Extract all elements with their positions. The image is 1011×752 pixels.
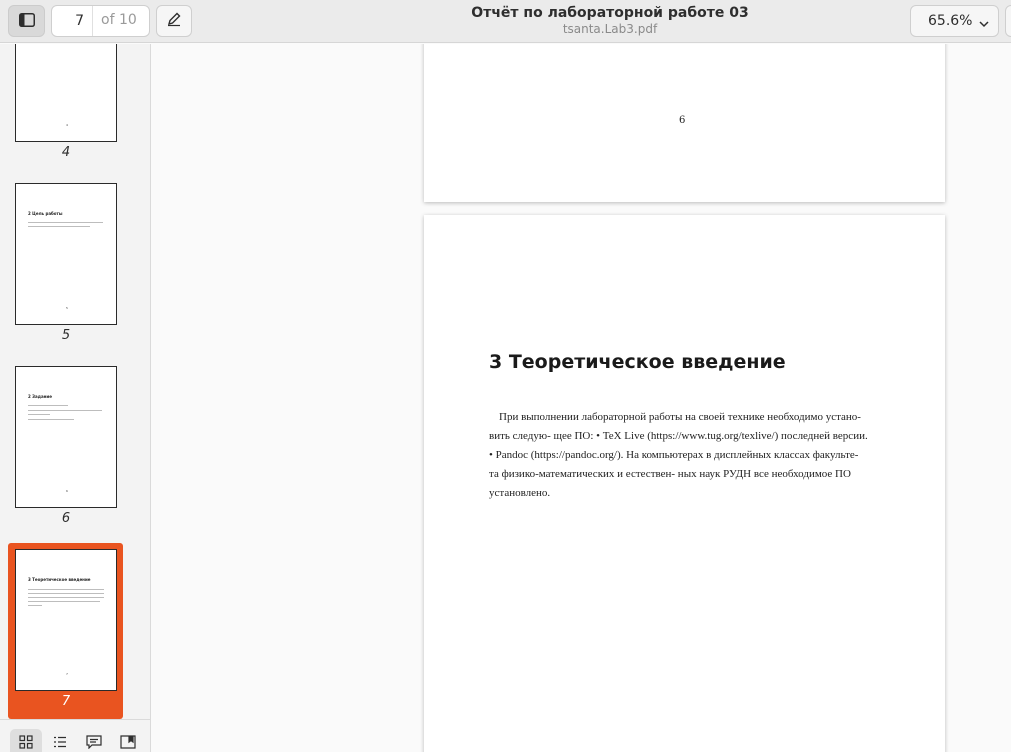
thumbnail-text-line [28,414,50,415]
zoom-level: 65.6% [928,13,973,29]
pdf-page-6: 6 [424,44,945,202]
thumbnail-text-line [28,405,68,406]
thumbnail-page-4[interactable]: 4 [15,44,117,142]
chevron-down-icon [978,15,990,34]
comment-icon [86,734,102,752]
thumbnail-heading: 3 Теоретическое введение [28,577,91,582]
document-view[interactable]: 6 3 Теоретическое введение При выполнени… [151,44,1011,752]
zoom-dropdown[interactable]: 65.6% [910,5,999,37]
page-number: 6 [679,115,686,126]
thumbnail-text-line [28,601,100,602]
list-icon [53,734,67,752]
header-bar: of 10 Отчёт по лабораторной работе 03 ts… [0,0,1011,43]
thumbnail-text-line [28,597,104,598]
thumbnail-text-line [28,589,104,590]
body-line: • Pandoc (https://pandoc.org/). На компь… [489,449,859,461]
grid-icon [19,734,33,752]
sidebar-footer [0,719,150,752]
body-line: При выполнении лабораторной работы на св… [499,411,861,423]
thumbnail-text-line [28,410,102,411]
document-filename: tsanta.Lab3.pdf [562,22,658,36]
thumbnails-view-button[interactable] [10,729,42,752]
document-title: Отчёт по лабораторной работе 03 [471,5,749,21]
pdf-page-7: 3 Теоретическое введение При выполнении … [424,215,945,752]
thumbnail-page-6[interactable]: 2 Задание 6 [15,366,117,508]
bookmark-icon [120,734,136,752]
thumbnail-page-number: 4 [66,123,68,127]
thumbnail-label: 4 [61,145,71,160]
thumbnail-page-number: 5 [66,306,68,310]
thumbnail-page-7[interactable]: 3 Теоретическое введение 7 [15,549,117,691]
outline-view-button[interactable] [44,729,76,752]
thumbnail-text-line [28,419,74,420]
title-block: Отчёт по лабораторной работе 03 tsanta.L… [0,4,1011,37]
body-line: установлено. [489,487,551,499]
section-heading: 3 Теоретическое введение [489,351,786,373]
bookmarks-view-button[interactable] [112,729,144,752]
body-line: вить следую- щее ПО: • TeX Live (https:/… [489,430,868,442]
section-body: При выполнении лабораторной работы на св… [489,408,883,503]
thumbnail-text-line [28,222,103,223]
thumbnail-heading: 2 Задание [28,394,52,399]
menu-button[interactable] [1005,5,1011,37]
thumbnail-heading: 2 Цель работы [28,211,63,216]
thumbnail-page-5[interactable]: 2 Цель работы 5 [15,183,117,325]
thumbnail-label: 6 [61,511,71,526]
body-line: та физико-математических и естествен- ны… [489,468,851,480]
thumbnail-page-number: 6 [66,489,68,493]
thumbnail-page-number: 7 [66,672,68,676]
thumbnail-label: 7 [61,694,71,709]
thumbnail-text-line [28,605,42,606]
thumbnail-sidebar: 4 4 2 Цель работы 5 5 2 Задание 6 6 3 Те… [0,44,151,752]
thumbnail-label: 5 [61,328,71,343]
thumbnail-text-line [28,593,104,594]
annotations-view-button[interactable] [78,729,110,752]
thumbnail-text-line [28,226,90,227]
